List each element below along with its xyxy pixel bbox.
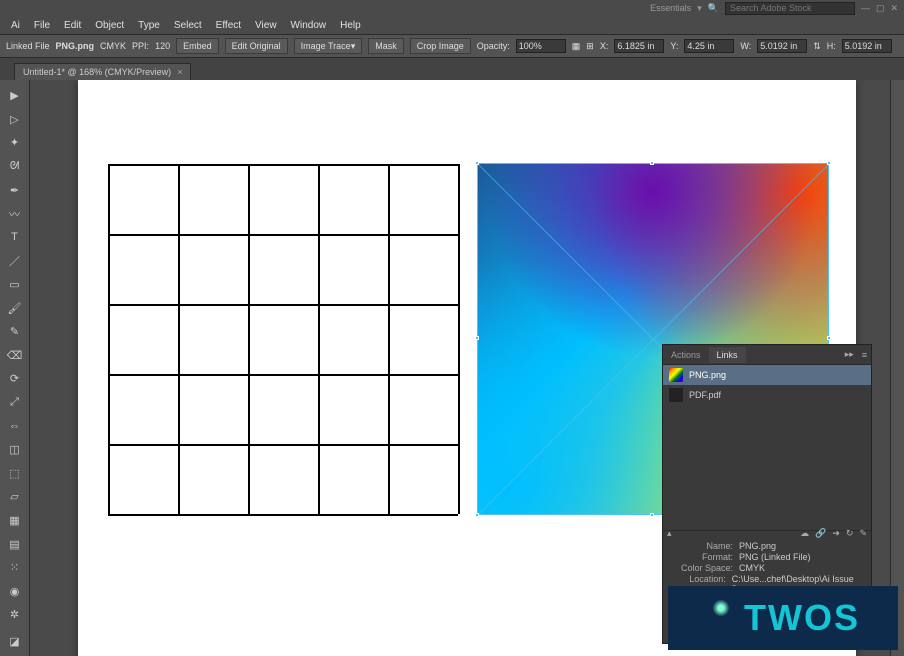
menu-object[interactable]: Object	[88, 20, 131, 31]
pen-tool-icon[interactable]: ✒	[3, 179, 27, 201]
document-tab-close-icon[interactable]: ×	[177, 67, 182, 77]
tab-actions[interactable]: Actions	[663, 347, 709, 363]
document-tab[interactable]: Untitled-1* @ 168% (CMYK/Preview) ×	[14, 63, 191, 80]
free-transform-tool-icon[interactable]: ◫	[3, 439, 27, 461]
crop-image-button[interactable]: Crop Image	[410, 38, 471, 54]
menu-edit[interactable]: Edit	[57, 20, 88, 31]
x-input[interactable]	[614, 39, 664, 53]
linked-file-label: Linked File	[6, 41, 50, 51]
lasso-tool-icon[interactable]: ᘛ	[3, 156, 27, 178]
eyedropper-tool-icon[interactable]: ⁙	[3, 557, 27, 579]
grid-artwork[interactable]	[108, 164, 458, 514]
y-input[interactable]	[684, 39, 734, 53]
app-logo-icon[interactable]: Ai	[4, 20, 27, 31]
rotate-tool-icon[interactable]: ⟳	[3, 368, 27, 390]
menu-select[interactable]: Select	[167, 20, 209, 31]
perspective-tool-icon[interactable]: ▱	[3, 486, 27, 508]
link-item[interactable]: PNG.png	[663, 365, 871, 385]
x-label: X:	[600, 41, 609, 51]
fill-stroke-icon[interactable]: ◪	[3, 628, 27, 655]
color-mode-label: CMYK	[100, 41, 126, 51]
watermark-text: TWOS	[744, 597, 860, 639]
close-icon[interactable]: ✕	[890, 3, 898, 14]
magic-wand-tool-icon[interactable]: ✦	[3, 132, 27, 154]
h-input[interactable]	[842, 39, 892, 53]
document-tab-bar: Untitled-1* @ 168% (CMYK/Preview) ×	[0, 58, 904, 80]
link-item-name: PNG.png	[689, 370, 726, 380]
control-bar: Linked File PNG.png CMYK PPI: 120 Embed …	[0, 34, 904, 58]
link-thumbnail-icon	[669, 368, 683, 382]
mask-button[interactable]: Mask	[368, 38, 404, 54]
search-icon: 🔍	[708, 3, 719, 14]
mesh-tool-icon[interactable]: ▦	[3, 510, 27, 532]
link-item-name: PDF.pdf	[689, 390, 721, 400]
canvas-area[interactable]: Actions Links ▸▸ ≡ PNG.png PDF.pdf ▴ ☁	[30, 80, 890, 656]
menu-file[interactable]: File	[27, 20, 57, 31]
collapsed-panel-dock[interactable]	[890, 80, 904, 656]
h-label: H:	[827, 41, 836, 51]
y-label: Y:	[670, 41, 678, 51]
scale-tool-icon[interactable]: ⤢	[3, 392, 27, 414]
transform-icon[interactable]: ⊞	[586, 41, 594, 52]
link-thumbnail-icon	[669, 388, 683, 402]
tools-panel: ▶ ▷ ✦ ᘛ ✒ 〰 T ／ ▭ 🖌 ✎ ⌫ ⟳ ⤢ ⇔ ◫ ⬚ ▱ ▦ ▤ …	[0, 80, 30, 656]
detail-name: PNG.png	[739, 541, 776, 551]
menu-effect[interactable]: Effect	[209, 20, 248, 31]
tab-links[interactable]: Links	[709, 347, 746, 363]
linked-file-name: PNG.png	[56, 41, 95, 51]
workspace-switcher[interactable]: Essentials	[650, 3, 691, 13]
link-wh-icon[interactable]: ⇅	[813, 41, 821, 52]
panel-menu-icon[interactable]: ≡	[858, 350, 871, 360]
document-tab-title: Untitled-1* @ 168% (CMYK/Preview)	[23, 67, 171, 77]
search-input[interactable]	[725, 2, 855, 15]
ppi-value: 120	[155, 41, 170, 51]
paintbrush-tool-icon[interactable]: 🖌	[3, 297, 27, 319]
selection-tool-icon[interactable]: ▶	[3, 85, 27, 107]
type-tool-icon[interactable]: T	[3, 227, 27, 249]
line-tool-icon[interactable]: ／	[3, 250, 27, 272]
menu-type[interactable]: Type	[131, 20, 167, 31]
panel-collapse-icon[interactable]: ▸▸	[841, 349, 858, 360]
curvature-tool-icon[interactable]: 〰	[3, 203, 27, 225]
links-list: PNG.png PDF.pdf	[663, 365, 871, 530]
detail-colorspace: CMYK	[739, 563, 765, 573]
embed-button[interactable]: Embed	[176, 38, 219, 54]
menu-window[interactable]: Window	[284, 20, 334, 31]
symbol-sprayer-tool-icon[interactable]: ✲	[3, 604, 27, 626]
rectangle-tool-icon[interactable]: ▭	[3, 274, 27, 296]
minimize-icon[interactable]: —	[861, 3, 870, 13]
menu-help[interactable]: Help	[333, 20, 368, 31]
app-topbar: Essentials ▾ 🔍 — ▢ ✕	[0, 0, 904, 16]
edit-original-button[interactable]: Edit Original	[225, 38, 288, 54]
link-item[interactable]: PDF.pdf	[663, 385, 871, 405]
shaper-tool-icon[interactable]: ✎	[3, 321, 27, 343]
opacity-input[interactable]	[516, 39, 566, 53]
opacity-label: Opacity:	[477, 41, 510, 51]
w-input[interactable]	[757, 39, 807, 53]
direct-selection-tool-icon[interactable]: ▷	[3, 109, 27, 131]
maximize-icon[interactable]: ▢	[876, 3, 885, 14]
lightbulb-icon	[706, 598, 736, 638]
ppi-label: PPI:	[132, 41, 149, 51]
menu-view[interactable]: View	[248, 20, 284, 31]
detail-format: PNG (Linked File)	[739, 552, 811, 562]
blend-tool-icon[interactable]: ◉	[3, 580, 27, 602]
align-icon[interactable]: ▦	[572, 41, 581, 52]
width-tool-icon[interactable]: ⇔	[3, 415, 27, 437]
menu-bar: Ai File Edit Object Type Select Effect V…	[0, 16, 904, 34]
gradient-tool-icon[interactable]: ▤	[3, 533, 27, 555]
shape-builder-tool-icon[interactable]: ⬚	[3, 463, 27, 485]
watermark-overlay: TWOS	[668, 586, 898, 650]
image-trace-button[interactable]: Image Trace ▾	[294, 38, 363, 54]
w-label: W:	[740, 41, 751, 51]
eraser-tool-icon[interactable]: ⌫	[3, 345, 27, 367]
